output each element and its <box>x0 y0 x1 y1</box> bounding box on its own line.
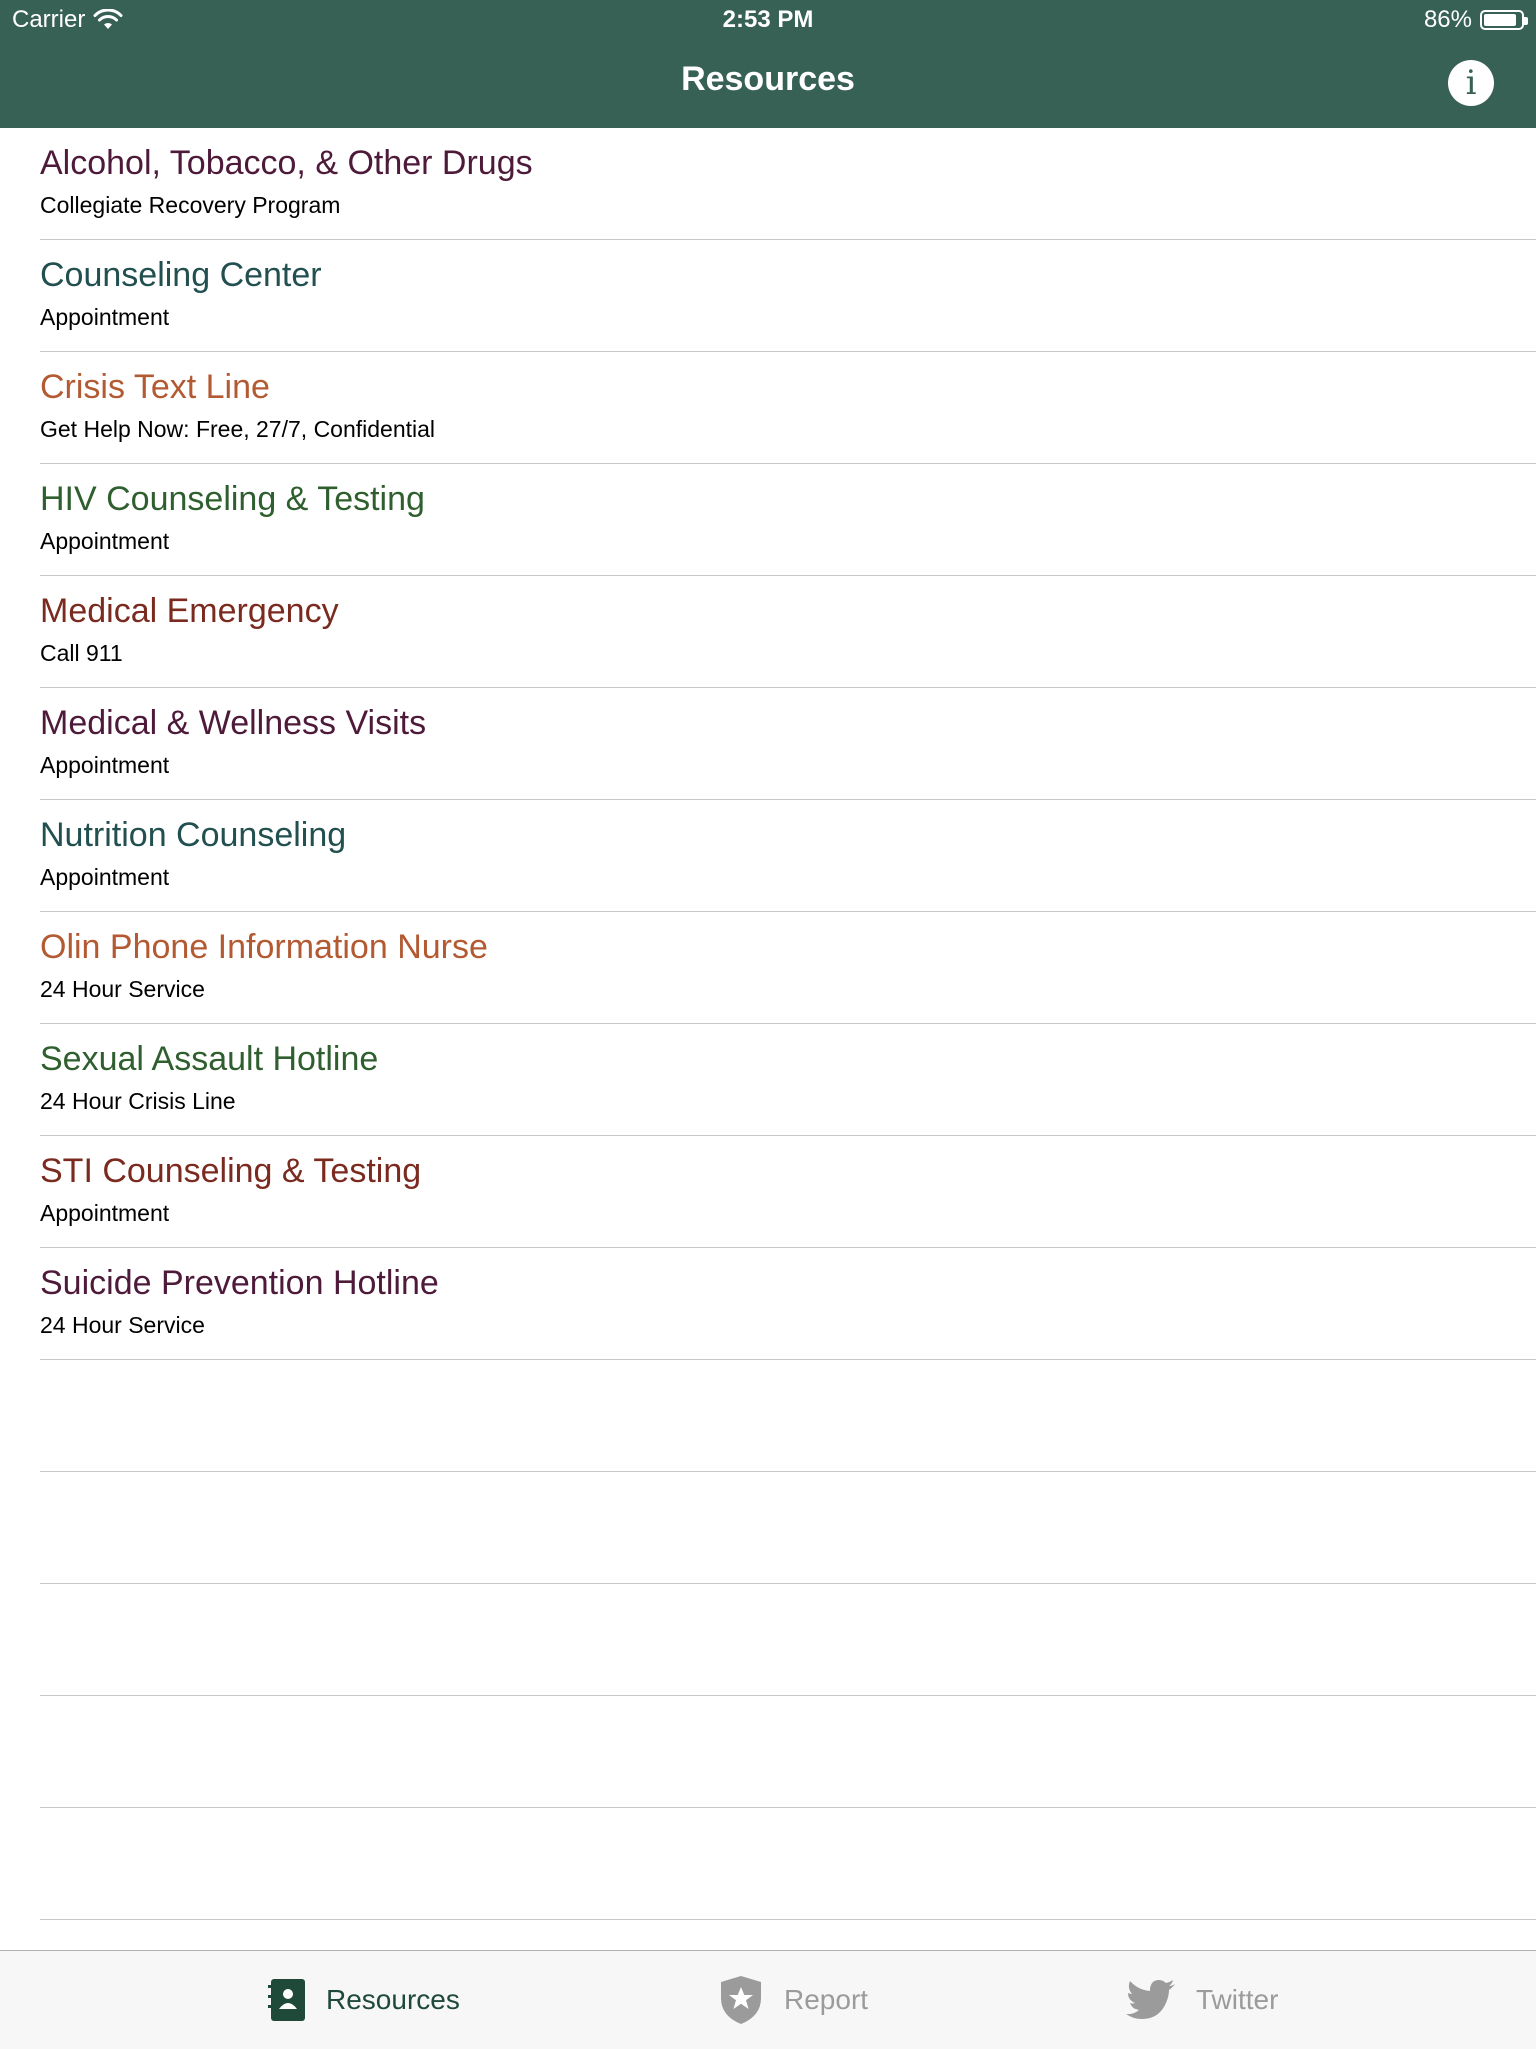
resource-list: Alcohol, Tobacco, & Other Drugs Collegia… <box>0 128 1536 1920</box>
list-item-title: Nutrition Counseling <box>40 816 347 854</box>
empty-row <box>0 1584 1536 1696</box>
shield-star-icon <box>721 1976 761 2024</box>
info-icon[interactable]: i <box>1448 60 1494 106</box>
tab-twitter[interactable]: Twitter <box>1126 1973 1278 2027</box>
tab-label: Twitter <box>1196 1984 1279 2015</box>
list-item-subtitle: Appointment <box>40 1200 170 1226</box>
tab-report[interactable]: Report <box>718 1973 868 2027</box>
list-item-subtitle: 24 Hour Service <box>40 1312 205 1338</box>
tab-label: Report <box>784 1984 869 2015</box>
tab-label: Resources <box>326 1984 460 2015</box>
page-title: Resources <box>681 60 855 98</box>
list-item-title: Suicide Prevention Hotline <box>40 1264 439 1302</box>
empty-row <box>0 1472 1536 1584</box>
list-item[interactable]: Olin Phone Information Nurse 24 Hour Ser… <box>0 912 1536 1024</box>
list-item-subtitle: Get Help Now: Free, 27/7, Confidential <box>40 416 436 442</box>
list-item[interactable]: Medical & Wellness Visits Appointment <box>0 688 1536 800</box>
list-item-title: Counseling Center <box>40 256 322 294</box>
status-battery: 86% <box>1423 6 1528 34</box>
list-item-subtitle: Appointment <box>40 304 170 330</box>
empty-row <box>0 1360 1536 1472</box>
list-item-title: Alcohol, Tobacco, & Other Drugs <box>40 144 533 182</box>
list-item[interactable]: STI Counseling & Testing Appointment <box>0 1136 1536 1248</box>
list-item-subtitle: Call 911 <box>40 640 123 666</box>
list-item[interactable]: Crisis Text Line Get Help Now: Free, 27/… <box>0 352 1536 464</box>
list-item[interactable]: Medical Emergency Call 911 <box>0 576 1536 688</box>
list-item[interactable]: Counseling Center Appointment <box>0 240 1536 352</box>
list-item-subtitle: 24 Hour Service <box>40 976 205 1002</box>
list-item[interactable]: HIV Counseling & Testing Appointment <box>0 464 1536 576</box>
empty-row <box>0 1696 1536 1808</box>
list-item-subtitle: Appointment <box>40 864 170 890</box>
list-item[interactable]: Sexual Assault Hotline 24 Hour Crisis Li… <box>0 1024 1536 1136</box>
list-item-title: STI Counseling & Testing <box>40 1152 422 1190</box>
list-item[interactable]: Nutrition Counseling Appointment <box>0 800 1536 912</box>
list-item-title: Medical & Wellness Visits <box>40 704 427 742</box>
list-item-title: Crisis Text Line <box>40 368 270 406</box>
list-item-title: Sexual Assault Hotline <box>40 1040 379 1078</box>
tab-resources[interactable]: Resources <box>268 1973 460 2027</box>
list-item[interactable]: Alcohol, Tobacco, & Other Drugs Collegia… <box>0 128 1536 240</box>
contacts-book-icon <box>268 1979 305 2021</box>
navigation-bar: Carrier 2:53 PM 86% Resources i <box>0 0 1536 128</box>
status-time: 2:53 PM <box>722 6 814 33</box>
empty-row <box>0 1808 1536 1920</box>
tab-bar: Resources Report Twitter <box>0 1950 1536 2049</box>
twitter-bird-icon <box>1126 1980 1175 2019</box>
list-item-subtitle: Collegiate Recovery Program <box>40 192 341 218</box>
list-item[interactable]: Suicide Prevention Hotline 24 Hour Servi… <box>0 1248 1536 1360</box>
list-item-subtitle: 24 Hour Crisis Line <box>40 1088 236 1114</box>
list-item-title: HIV Counseling & Testing <box>40 480 425 518</box>
list-item-subtitle: Appointment <box>40 752 170 778</box>
list-item-title: Medical Emergency <box>40 592 339 630</box>
battery-percent: 86% <box>1423 6 1472 33</box>
battery-icon <box>1480 10 1528 30</box>
list-item-title: Olin Phone Information Nurse <box>40 928 488 966</box>
list-item-subtitle: Appointment <box>40 528 170 554</box>
